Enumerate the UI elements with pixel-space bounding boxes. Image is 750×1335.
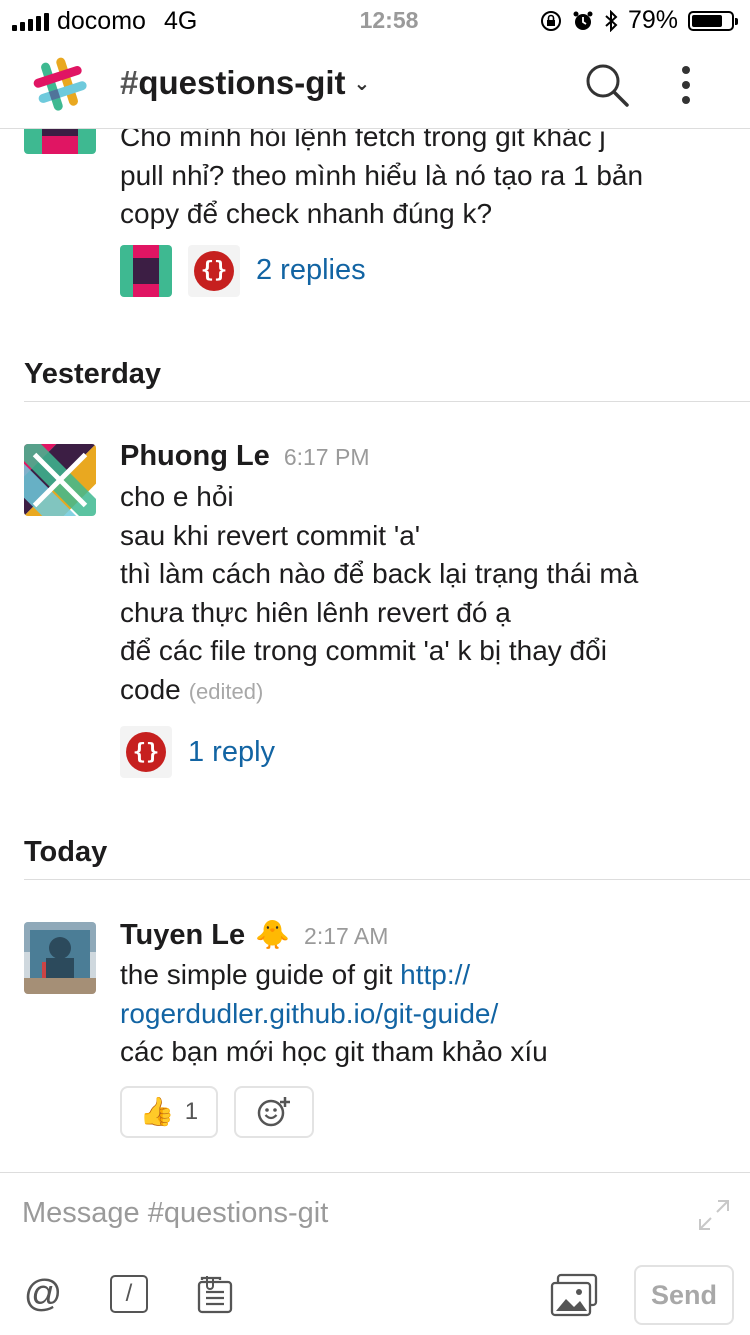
expand-icon[interactable] [696,1197,732,1233]
author-name[interactable]: Tuyen Le [120,919,245,952]
more-options-icon[interactable] [666,62,706,108]
slash-command-button[interactable]: / [108,1273,150,1315]
chick-emoji-icon: 🐥 [255,919,291,950]
message-body: Cho mình hỏi lệnh fetch trong git khác j… [120,118,734,298]
day-separator-label: Yesterday [24,358,162,390]
message-body: Phuong Le 6:17 PM cho e hỏi sau khi reve… [120,440,734,779]
file-icon [197,1276,233,1314]
replies-count-link[interactable]: 1 reply [188,736,275,769]
message-text-line: thì làm cách nào để back lại trạng thái … [120,558,639,589]
replies-count-link[interactable]: 2 replies [256,254,366,287]
chevron-down-icon: ⌄ [353,72,371,95]
thread-replies[interactable]: {} 1 reply [120,725,734,779]
message-input[interactable]: Message #questions-git [22,1197,328,1230]
search-icon[interactable] [584,62,630,108]
thumbs-up-icon: 👍 [139,1096,175,1127]
message-text-line: để các file trong commit 'a' k bị thay đ… [120,635,607,666]
code-braces-icon: {} [126,732,166,772]
thread-replies[interactable]: {} 2 replies [120,244,734,298]
channel-name: questions-git [138,64,346,101]
reaction-thumbsup[interactable]: 👍 1 [120,1085,218,1138]
message-text-line: cho e hỏi [120,481,234,512]
message-text-line: các bạn mới học git tham khảo xíu [120,1036,548,1067]
reaction-count: 1 [184,1097,199,1125]
avatar[interactable] [24,922,96,994]
message-time: 6:17 PM [283,444,370,470]
edited-label: (edited) [188,678,264,704]
reply-avatar: {} [120,726,172,778]
message-text-line: sau khi revert commit 'a' [120,519,421,551]
file-button[interactable] [194,1273,236,1315]
message-link[interactable]: http:// [400,959,470,990]
channel-hash: # [120,64,139,101]
message-text-line: pull nhỉ? theo mình hiểu là nó tạo ra 1 … [120,159,644,191]
message-body: Tuyen Le 🐥 2:17 AM the simple guide of g… [120,918,734,1138]
slack-logo-icon[interactable] [30,56,90,112]
message-link[interactable]: rogerdudler.github.io/git-guide/ [120,995,734,1034]
code-braces-icon: {} [194,250,234,291]
at-icon: @ [23,1272,63,1315]
message-text-line: copy để check nhanh đúng k? [120,198,493,229]
photo-icon[interactable] [550,1273,598,1317]
message-text: the simple guide of git [120,959,401,990]
send-button[interactable]: Send [634,1265,734,1325]
reply-avatar [120,244,172,297]
add-reaction-button[interactable] [234,1085,314,1138]
day-separator: Yesterday [24,340,750,402]
day-separator-label: Today [24,836,108,868]
channel-header: # questions-git ⌄ [0,40,750,129]
message-text-line: code [120,673,181,705]
day-separator: Today [24,818,750,880]
mention-button[interactable]: @ [22,1273,64,1315]
channel-title[interactable]: # questions-git ⌄ [120,64,370,102]
message-composer: Message #questions-git @ / Send [0,1172,750,1335]
avatar[interactable] [24,444,96,516]
add-reaction-icon [257,1096,290,1126]
message-time: 2:17 AM [304,923,389,949]
slash-icon: / [110,1275,148,1313]
message-text-line: chưa thực hiên lênh revert đó ạ [120,596,511,628]
reply-avatar: {} [188,244,240,297]
author-name[interactable]: Phuong Le [120,440,270,473]
message-feed[interactable]: Cho mình hỏi lệnh fetch trong git khác j… [0,0,750,1170]
